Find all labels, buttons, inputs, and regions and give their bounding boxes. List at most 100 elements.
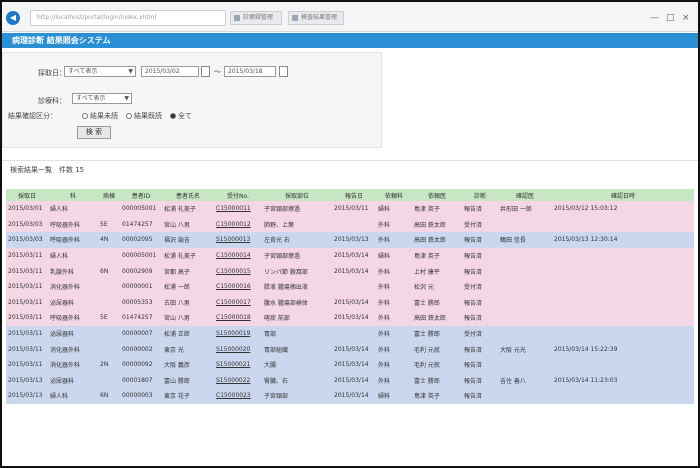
table-cell: 東京 光: [162, 341, 214, 357]
table-cell[interactable]: S15000013: [214, 232, 262, 248]
table-cell: [552, 294, 694, 311]
table-cell[interactable]: C15000015: [214, 263, 262, 279]
column-header[interactable]: 科: [48, 189, 98, 201]
maximize-button[interactable]: □: [666, 11, 675, 25]
table-row[interactable]: 2015/03/11 泌尿器科 00005353 古田 八男 C15000017 腹水 腫…: [6, 294, 694, 311]
table-cell: 古田 八男: [162, 294, 214, 311]
column-header[interactable]: 依頼科: [376, 189, 412, 201]
date-to-input[interactable]: 2015/03/18: [224, 66, 276, 77]
address-bar[interactable]: http://localhost/portal/login/index.xhtm…: [30, 10, 226, 26]
tab-label: 診療録管理: [243, 14, 274, 21]
tab-2[interactable]: 検査結果管理: [288, 11, 344, 25]
table-cell: 00002095: [120, 232, 162, 248]
column-header[interactable]: 依頼医: [412, 189, 462, 201]
column-header[interactable]: 報告日: [332, 189, 376, 201]
tab-label: 検査結果管理: [301, 14, 338, 21]
calendar-icon[interactable]: [201, 66, 210, 77]
table-cell: 2015/03/11: [332, 201, 376, 217]
table-cell: [98, 372, 120, 389]
table-cell: 2015/03/01: [6, 201, 48, 217]
column-header[interactable]: 受付No.: [214, 189, 262, 201]
table-cell[interactable]: S15000019: [214, 325, 262, 342]
table-cell[interactable]: S15000021: [214, 356, 262, 373]
radio-all[interactable]: 全て: [170, 111, 192, 121]
radio-confirmed[interactable]: 結果既読: [126, 111, 162, 121]
table-cell: 2015/03/14: [332, 247, 376, 264]
table-cell[interactable]: C15000023: [214, 388, 262, 404]
table-cell: [98, 201, 120, 217]
radio-unconfirmed[interactable]: 結果未読: [82, 111, 118, 121]
table-cell: 井形田 一郎: [498, 201, 552, 217]
table-cell: [98, 247, 120, 264]
table-row[interactable]: 2015/03/11 乳腺外科 6N 00002909 宮都 高子 C15000015 リン…: [6, 263, 694, 279]
table-cell: 外科: [376, 310, 412, 326]
table-cell: 外科: [376, 232, 412, 248]
close-button[interactable]: ×: [682, 11, 690, 25]
table-row[interactable]: 2015/03/03 呼吸器外科 5E 01474257 宮山 八男 C15000012 肺…: [6, 216, 694, 233]
table-cell: 00005353: [120, 294, 162, 311]
table-row[interactable]: 2015/03/11 泌尿器科 00000007 松浦 正郎 S15000019 胃部 外科…: [6, 325, 694, 342]
table-cell: 2015/03/03: [6, 232, 48, 248]
table-cell: 胃部: [262, 325, 332, 342]
table-cell: 5E: [98, 216, 120, 233]
chevron-down-icon: ▼: [124, 95, 129, 102]
table-cell: 受付済: [462, 325, 498, 342]
date-option-select[interactable]: すべて表示 ▼: [64, 66, 136, 77]
table-row[interactable]: 2015/03/03 呼吸器外科 4N 00002095 福沢 諭吉 S15000013 左…: [6, 232, 694, 248]
table-cell: 大阪 元光: [498, 341, 552, 357]
table-row[interactable]: 2015/03/01 婦人科 000005001 松浦 礼美子 C15000011 子宮頸…: [6, 201, 694, 217]
table-cell: 6N: [98, 388, 120, 404]
table-row[interactable]: 2015/03/11 消化器外科 00000001 松浦 一郎 C15000016 膵液 …: [6, 278, 694, 295]
table-row[interactable]: 2015/03/11 消化器外科 2N 00000092 大阪 義彦 S15000021 大…: [6, 356, 694, 373]
table-cell: 鶴田 信長: [498, 232, 552, 248]
divider: [2, 160, 698, 161]
browser-nav-icon[interactable]: ◀: [6, 11, 20, 25]
table-row[interactable]: 2015/03/11 呼吸器外科 5E 01474257 宮山 八男 C15000018 喀…: [6, 310, 694, 326]
table-cell[interactable]: C15000011: [214, 201, 262, 217]
table-cell: 2015/03/14: [332, 388, 376, 404]
column-header[interactable]: 確認日時: [552, 189, 694, 201]
column-header[interactable]: 採取部位: [262, 189, 332, 201]
table-cell[interactable]: C15000018: [214, 310, 262, 326]
search-button[interactable]: 検 索: [77, 126, 111, 139]
column-header[interactable]: 確認医: [498, 189, 552, 201]
table-cell: 腹水 腫瘍部検体: [262, 294, 332, 311]
table-cell: 消化器外科: [48, 341, 98, 357]
dept-select[interactable]: すべて表示 ▼: [72, 93, 132, 104]
table-cell: [498, 356, 552, 373]
table-cell: 子宮頸部擦過: [262, 247, 332, 264]
table-cell: 富士 勝郎: [412, 372, 462, 389]
date-label: 採取日：: [38, 69, 66, 77]
table-cell[interactable]: C15000012: [214, 216, 262, 233]
table-row[interactable]: 2015/03/11 消化器外科 00000002 東京 光 S15000020 胃部組織…: [6, 341, 694, 357]
column-header[interactable]: 患者ID: [120, 189, 162, 201]
table-cell: 報告済: [462, 388, 498, 404]
table-cell[interactable]: S15000022: [214, 372, 262, 389]
column-header[interactable]: 採取日: [6, 189, 48, 201]
table-cell: [98, 278, 120, 295]
table-cell: 呼吸器外科: [48, 232, 98, 248]
table-cell[interactable]: C15000014: [214, 247, 262, 264]
table-row[interactable]: 2015/03/13 婦人科 6N 00000003 東京 花子 C15000023 子宮頸…: [6, 388, 694, 404]
table-cell[interactable]: C15000017: [214, 294, 262, 311]
table-cell: 消化器外科: [48, 278, 98, 295]
table-row[interactable]: 2015/03/11 婦人科 000005001 松浦 礼美子 C15000014 子宮頸…: [6, 247, 694, 264]
table-cell: [552, 310, 694, 326]
minimize-button[interactable]: —: [650, 11, 659, 25]
browser-toolbar: ◀ http://localhost/portal/login/index.xh…: [2, 2, 698, 32]
table-cell: 2015/03/11: [6, 325, 48, 342]
table-cell: 乳腺外科: [48, 263, 98, 279]
column-header[interactable]: 患者氏名: [162, 189, 214, 201]
table-cell[interactable]: C15000016: [214, 278, 262, 295]
tab-1[interactable]: 診療録管理: [230, 11, 282, 25]
table-cell: 報告済: [462, 247, 498, 264]
date-from-input[interactable]: 2015/03/02: [141, 66, 199, 77]
column-header[interactable]: 診断: [462, 189, 498, 201]
table-cell[interactable]: S15000020: [214, 341, 262, 357]
table-cell: 00001807: [120, 372, 162, 389]
column-header[interactable]: 病棟: [98, 189, 120, 201]
table-cell: [98, 341, 120, 357]
calendar-icon[interactable]: [279, 66, 288, 77]
table-cell: [552, 247, 694, 264]
table-row[interactable]: 2015/03/13 泌尿器科 00001807 富山 勝郎 S15000022 腎臓、右…: [6, 372, 694, 389]
